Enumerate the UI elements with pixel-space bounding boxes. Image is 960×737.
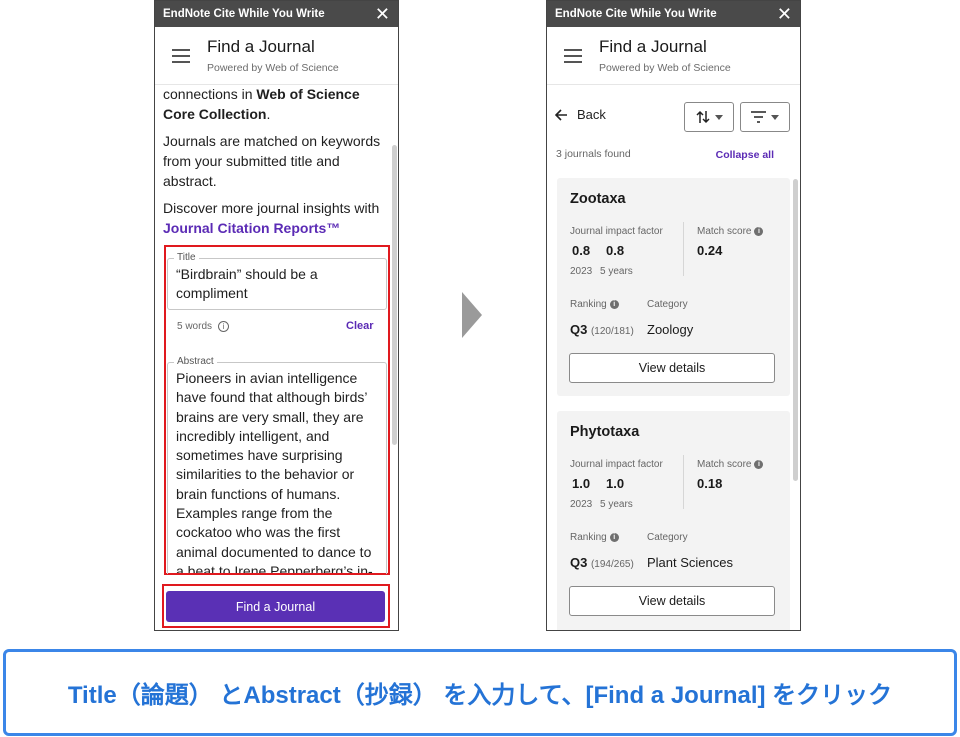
window-titlebar: EndNote Cite While You Write ✕ <box>155 1 398 27</box>
impact-factor-2023: 1.0 <box>572 476 591 491</box>
match-score-label: Match score i <box>697 226 764 237</box>
impact-factor-5y: 1.0 <box>606 476 625 491</box>
scrollbar[interactable] <box>793 179 798 481</box>
journal-card: Zootaxa Journal impact factor 0.8 0.8 20… <box>557 178 790 396</box>
filter-dropdown[interactable] <box>740 102 790 132</box>
info-icon[interactable]: i <box>754 460 764 469</box>
abstract-input[interactable]: Pioneers in avian intelligence have foun… <box>168 369 380 573</box>
divider <box>683 222 684 276</box>
close-icon[interactable]: ✕ <box>777 5 792 23</box>
clear-button[interactable]: Clear <box>346 320 374 332</box>
category-value: Zoology <box>647 322 694 337</box>
intro-text-1-end: . <box>266 106 271 122</box>
journal-name: Zootaxa <box>570 191 626 207</box>
find-journal-button[interactable]: Find a Journal <box>166 591 385 622</box>
intro-text: connections in Web of Science Core Colle… <box>154 85 399 124</box>
category-label: Category <box>647 299 688 310</box>
title-input[interactable]: “Birdbrain” should be a compliment <box>176 265 380 304</box>
word-count-text: 5 words <box>177 321 213 332</box>
info-icon[interactable]: i <box>754 227 764 236</box>
five-year-label: 5 years <box>600 499 633 510</box>
window-title: EndNote Cite While You Write <box>163 8 325 20</box>
collapse-all-button[interactable]: Collapse all <box>716 149 774 161</box>
scrollbar[interactable] <box>392 145 397 445</box>
intro-text-2: Journals are matched on keywords from yo… <box>163 133 381 189</box>
journal-card: Phytotaxa Journal impact factor 1.0 1.0 … <box>557 411 790 630</box>
category-value: Plant Sciences <box>647 555 733 570</box>
five-year-label: 5 years <box>600 266 633 277</box>
view-details-button[interactable]: View details <box>569 586 775 616</box>
title-field[interactable]: Title “Birdbrain” should be a compliment <box>167 252 387 310</box>
info-icon[interactable]: i <box>609 300 619 309</box>
window-title: EndNote Cite While You Write <box>555 8 717 20</box>
intro-text-3: Discover more journal insights with Jour… <box>154 198 399 238</box>
match-score-label: Match score i <box>697 459 764 470</box>
view-details-button[interactable]: View details <box>569 353 775 383</box>
intro-text-3-line: Discover more journal insights with <box>163 200 380 216</box>
results-count: 3 journals found <box>556 148 631 160</box>
sort-dropdown[interactable] <box>684 102 734 132</box>
chevron-down-icon <box>714 114 723 120</box>
menu-icon[interactable] <box>547 48 599 63</box>
results-toolbar: Back <box>547 87 800 145</box>
menu-icon[interactable] <box>155 48 207 63</box>
impact-factor-2023: 0.8 <box>572 243 591 258</box>
back-label: Back <box>577 107 606 122</box>
instruction-caption: Title（論題） とAbstract（抄録） を入力して、[Find a Jo… <box>3 649 957 736</box>
chevron-down-icon <box>771 114 779 120</box>
word-count: 5 words i <box>177 321 230 332</box>
ranking-value: Q3 (120/181) <box>570 322 634 337</box>
page-title: Find a Journal <box>207 37 315 56</box>
filter-icon <box>751 111 766 123</box>
close-icon[interactable]: ✕ <box>375 5 390 23</box>
intro-text-1: connections in <box>163 86 257 102</box>
abstract-legend: Abstract <box>174 356 217 367</box>
impact-factor-label: Journal impact factor <box>570 226 663 237</box>
arrow-left-icon <box>555 108 567 121</box>
year-label: 2023 <box>570 266 593 277</box>
app-header: Find a Journal Powered by Web of Science <box>155 27 398 85</box>
page-title: Find a Journal <box>599 37 707 56</box>
ranking-label: Ranking i <box>570 532 619 543</box>
ranking-label: Ranking i <box>570 299 619 310</box>
window-titlebar: EndNote Cite While You Write ✕ <box>547 1 800 27</box>
info-icon[interactable]: i <box>218 321 230 332</box>
ranking-value: Q3 (194/265) <box>570 555 634 570</box>
info-icon[interactable]: i <box>609 533 619 542</box>
sort-icon <box>695 110 710 124</box>
match-score: 0.24 <box>697 243 723 258</box>
caption-text: Title（論題） とAbstract（抄録） を入力して、[Find a Jo… <box>67 682 893 709</box>
journal-name: Phytotaxa <box>570 424 640 440</box>
back-button[interactable]: Back <box>555 107 606 122</box>
arrow-right-icon <box>462 292 482 338</box>
abstract-field[interactable]: Abstract Pioneers in avian intelligence … <box>167 356 387 574</box>
impact-factor-label: Journal impact factor <box>570 459 663 470</box>
match-score: 0.18 <box>697 476 723 491</box>
title-legend: Title <box>174 252 199 263</box>
app-header: Find a Journal Powered by Web of Science <box>547 27 800 85</box>
jcr-link[interactable]: Journal Citation Reports™ <box>163 218 389 238</box>
divider <box>683 455 684 509</box>
word-addin-panel-results: EndNote Cite While You Write ✕ Find a Jo… <box>546 0 801 631</box>
page-subtitle: Powered by Web of Science <box>599 62 731 74</box>
year-label: 2023 <box>570 499 593 510</box>
page-subtitle: Powered by Web of Science <box>207 62 339 74</box>
impact-factor-5y: 0.8 <box>606 243 625 258</box>
category-label: Category <box>647 532 688 543</box>
